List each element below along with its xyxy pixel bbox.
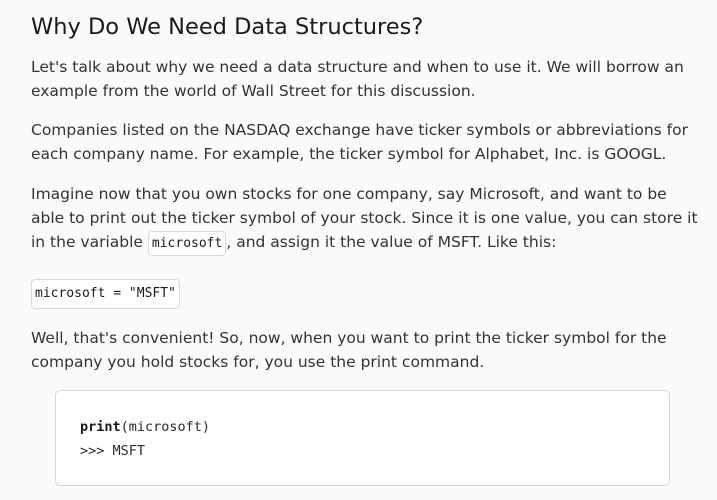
print-paragraph: Well, that's convenient! So, now, when y…: [31, 329, 667, 371]
nasdaq-paragraph: Companies listed on the NASDAQ exchange …: [31, 121, 688, 163]
page-title: Why Do We Need Data Structures?: [31, 14, 424, 40]
print-arguments: (microsoft): [120, 419, 211, 435]
paragraph-text-after: , and assign it the value of MSFT. Like …: [226, 233, 557, 251]
inline-code-microsoft: microsoft: [147, 231, 227, 256]
assignment-code-snippet: microsoft = "MSFT": [31, 279, 180, 309]
code-line-print: print(microsoft): [80, 415, 645, 439]
microsoft-paragraph: Imagine now that you own stocks for one …: [31, 182, 701, 256]
code-line-output: >>> MSFT: [80, 443, 146, 459]
print-keyword: print: [80, 419, 121, 435]
intro-paragraph: Let's talk about why we need a data stru…: [31, 58, 684, 100]
print-code-block: print(microsoft) >>> MSFT: [55, 390, 670, 486]
